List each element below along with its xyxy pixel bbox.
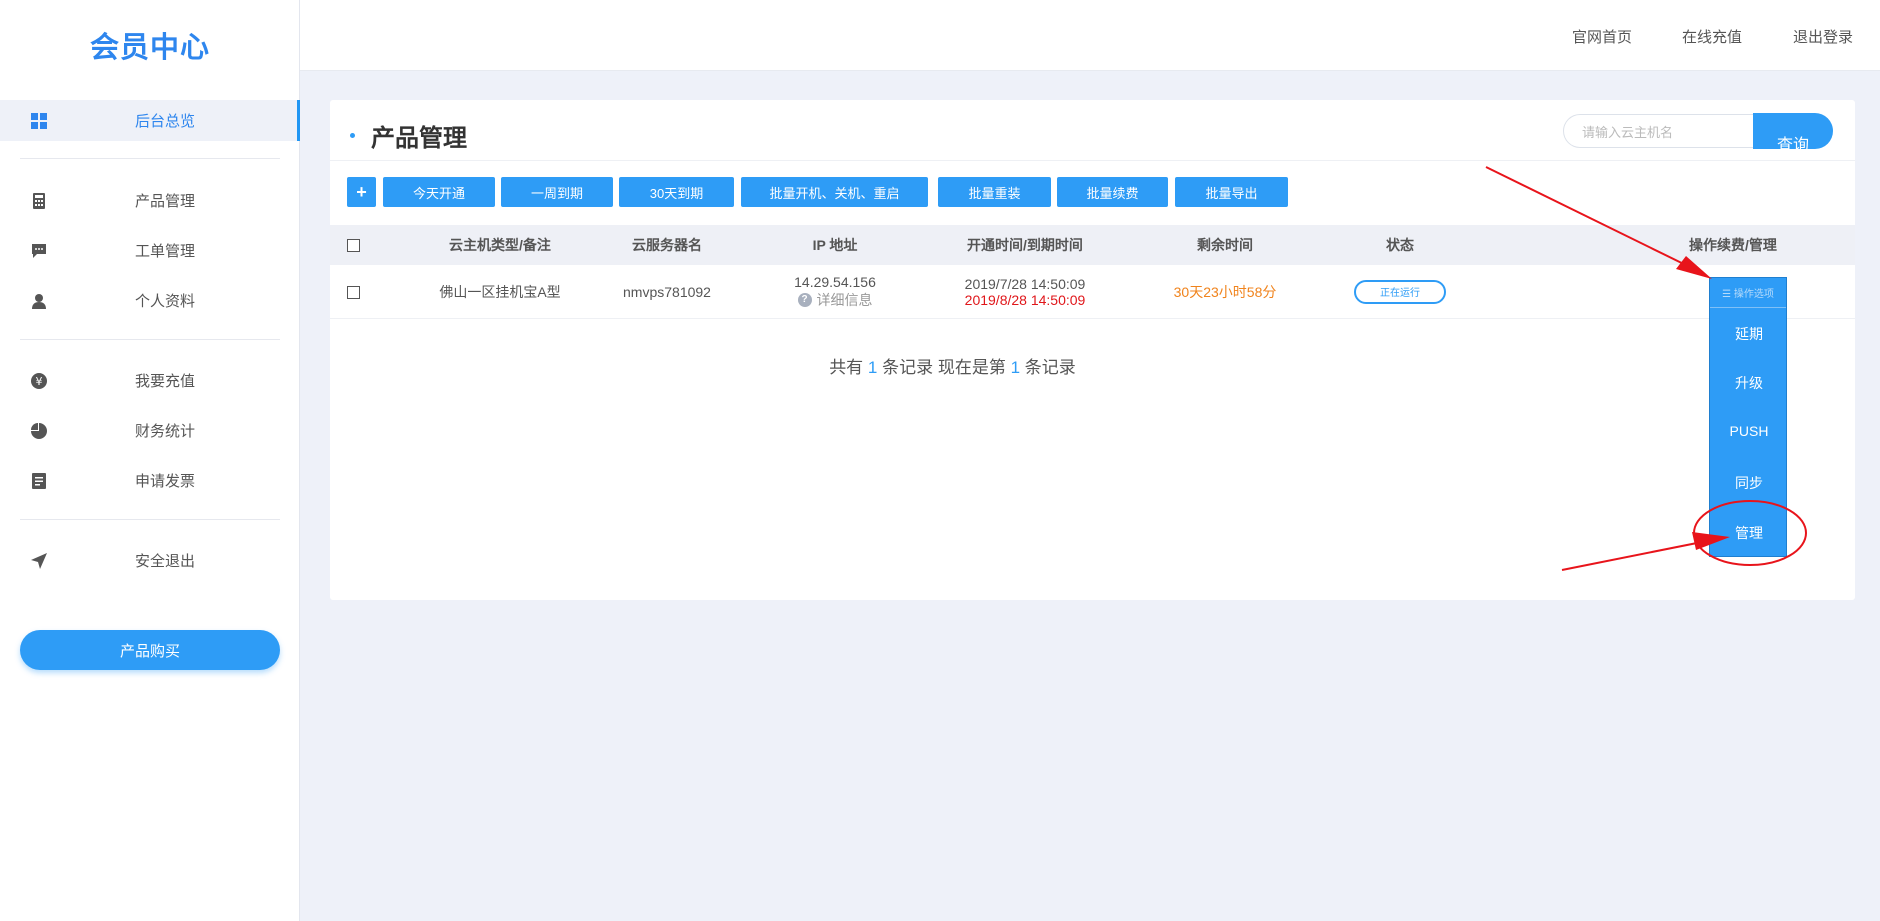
search-button-label: 查询	[1776, 137, 1809, 149]
sidebar-item-label: 我要充值	[135, 373, 196, 390]
home-link[interactable]: 官网首页	[1572, 26, 1632, 47]
host-type: 佛山一区挂机宝A型	[439, 283, 561, 300]
ip-address: 14.29.54.156	[794, 273, 876, 290]
menu-item-push[interactable]: PUSH	[1710, 423, 1788, 439]
operations-dropdown[interactable]: ☰ 操作选项 延期 升级 PUSH 同步 管理	[1709, 277, 1787, 557]
pager-current: 1	[1010, 358, 1021, 377]
row-checkbox[interactable]	[347, 286, 360, 299]
sidebar-item-label: 后台总览	[135, 113, 196, 130]
menu-item-manage[interactable]: 管理	[1710, 523, 1788, 543]
svg-text:¥: ¥	[36, 375, 43, 388]
divider	[20, 158, 280, 159]
sidebar-item-label: 申请发票	[135, 473, 196, 490]
column-header: 云主机类型/备注	[449, 237, 551, 253]
filter-30days-button[interactable]: 30天到期	[619, 177, 734, 207]
title-bullet	[350, 133, 355, 138]
column-header: 操作续费/管理	[1689, 237, 1777, 253]
ip-detail-label: 详细信息	[816, 291, 873, 308]
page-title: 产品管理	[350, 118, 467, 153]
dropdown-toggle[interactable]: ☰ 操作选项	[1710, 278, 1786, 308]
ip-cell: 14.29.54.156 ? 详细信息	[760, 265, 910, 318]
pie-chart-icon	[30, 422, 48, 440]
divider	[20, 519, 280, 520]
column-header: 状态	[1386, 237, 1414, 253]
logout-link[interactable]: 退出登录	[1793, 26, 1853, 47]
search-input[interactable]: 请输入云主机名	[1563, 114, 1763, 148]
topbar: 官网首页 在线充值 退出登录	[300, 0, 1880, 71]
batch-export-button[interactable]: 批量导出	[1175, 177, 1288, 207]
batch-reinstall-button[interactable]: 批量重装	[938, 177, 1051, 207]
ip-detail-link[interactable]: ? 详细信息	[797, 290, 873, 310]
dashboard-icon	[30, 112, 48, 130]
sidebar-item-recharge[interactable]: ¥ 我要充值	[0, 360, 300, 401]
location-arrow-icon	[30, 552, 48, 570]
sidebar-item-label: 安全退出	[135, 553, 196, 570]
sidebar-item-label: 产品管理	[135, 193, 196, 210]
sidebar-item-tickets[interactable]: 工单管理	[0, 230, 300, 271]
product-panel: 产品管理 请输入云主机名 查询 + 今天开通 一周到期 30天到期 批量开机、关…	[330, 100, 1855, 600]
sidebar-item-label: 工单管理	[135, 243, 196, 260]
table-header: 云主机类型/备注 云服务器名 IP 地址 开通时间/到期时间 剩余时间 状态 操…	[330, 225, 1855, 265]
sidebar-item-label: 个人资料	[135, 293, 196, 310]
batch-renew-button[interactable]: 批量续费	[1057, 177, 1168, 207]
sidebar-item-label: 财务统计	[135, 423, 196, 440]
question-icon: ?	[797, 292, 812, 307]
recharge-link[interactable]: 在线充值	[1682, 26, 1742, 47]
message-icon	[30, 242, 48, 260]
column-header: 剩余时间	[1197, 237, 1253, 253]
page-title-text: 产品管理	[371, 125, 467, 152]
sidebar-item-products[interactable]: 产品管理	[0, 180, 300, 221]
search-button[interactable]: 查询	[1753, 113, 1833, 149]
calculator-icon	[30, 192, 48, 210]
pager-mid: 条记录 现在是第	[882, 358, 1006, 377]
add-button[interactable]: +	[347, 177, 376, 207]
sidebar-item-finance[interactable]: 财务统计	[0, 410, 300, 451]
open-time: 2019/7/28 14:50:09	[964, 275, 1086, 292]
column-header: IP 地址	[812, 237, 858, 253]
buy-product-button[interactable]: 产品购买	[20, 630, 280, 670]
time-cell: 2019/7/28 14:50:09 2019/8/28 14:50:09	[930, 265, 1120, 318]
remaining-time: 30天23小时58分	[1173, 283, 1277, 300]
yen-icon: ¥	[30, 372, 48, 390]
status-badge: 正在运行	[1354, 279, 1446, 304]
divider	[330, 160, 1855, 161]
column-header: 云服务器名	[632, 237, 702, 253]
batch-power-button[interactable]: 批量开机、关机、重启	[741, 177, 928, 207]
menu-item-sync[interactable]: 同步	[1710, 473, 1788, 493]
server-name: nmvps781092	[623, 283, 711, 300]
pager-prefix: 共有	[829, 358, 864, 377]
sidebar: 会员中心 后台总览 产品管理 工单管理 个人资料 ¥ 我要充值 财务统计 申请发…	[0, 0, 300, 921]
sidebar-item-invoice[interactable]: 申请发票	[0, 460, 300, 501]
pager-total: 1	[867, 358, 878, 377]
status-cell: 正在运行	[1330, 265, 1470, 318]
column-header: 开通时间/到期时间	[967, 237, 1083, 253]
divider	[20, 339, 280, 340]
table-row: 佛山一区挂机宝A型 nmvps781092 14.29.54.156 ? 详细信…	[330, 265, 1855, 319]
sidebar-item-profile[interactable]: 个人资料	[0, 280, 300, 321]
pager-suffix: 条记录	[1024, 358, 1076, 377]
logo: 会员中心	[89, 32, 210, 64]
menu-item-extend[interactable]: 延期	[1710, 324, 1788, 344]
select-all-checkbox[interactable]	[347, 239, 360, 252]
sidebar-item-overview[interactable]: 后台总览	[0, 100, 300, 141]
sidebar-item-logout[interactable]: 安全退出	[0, 540, 300, 581]
expire-time: 2019/8/28 14:50:09	[964, 291, 1086, 308]
pagination-info: 共有 1 条记录 现在是第 1 条记录	[330, 353, 1575, 378]
invoice-icon	[30, 472, 48, 490]
filter-week-button[interactable]: 一周到期	[501, 177, 613, 207]
menu-item-upgrade[interactable]: 升级	[1710, 373, 1788, 393]
user-icon	[30, 292, 48, 310]
filter-today-button[interactable]: 今天开通	[383, 177, 495, 207]
